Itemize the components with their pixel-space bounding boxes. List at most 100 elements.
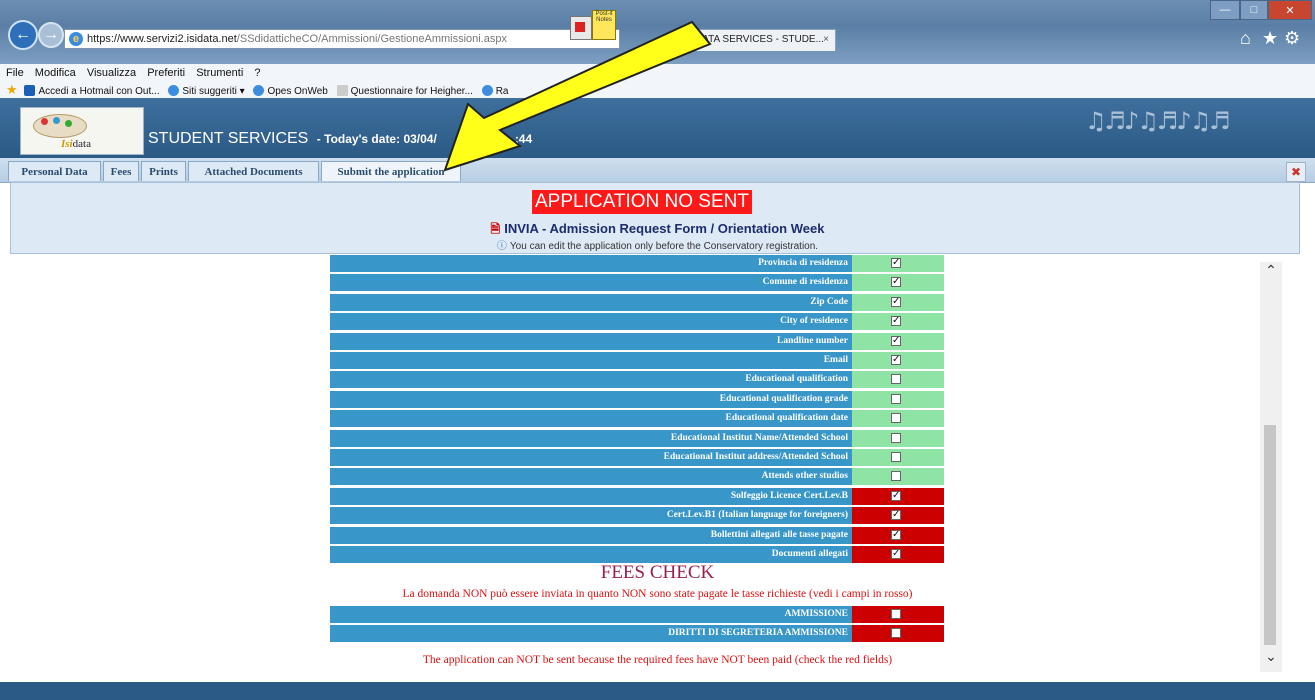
scroll-down-icon[interactable]: ⌄ bbox=[1262, 648, 1280, 668]
scroll-thumb[interactable] bbox=[1264, 425, 1276, 645]
sticky-notes-icons[interactable]: Post-it Notes bbox=[570, 8, 616, 42]
back-arrow-icon: ← bbox=[15, 26, 31, 43]
unchecked-checkbox[interactable] bbox=[891, 374, 901, 384]
checked-checkbox[interactable]: ✓ bbox=[891, 549, 901, 559]
unchecked-checkbox[interactable] bbox=[891, 452, 901, 462]
site-title-text: STUDENT SERVICES bbox=[148, 130, 309, 147]
pdf-icon[interactable]: 🗎 bbox=[491, 222, 501, 236]
fee-row: DIRITTI DI SEGRETERIA AMMISSIONE bbox=[330, 624, 944, 642]
checked-checkbox[interactable]: ✓ bbox=[891, 297, 901, 307]
checked-checkbox[interactable]: ✓ bbox=[891, 355, 901, 365]
checklist-status-cell: ✓ bbox=[852, 352, 944, 369]
logo-text: Isidata bbox=[61, 138, 91, 150]
checklist-row: Educational Institut Name/Attended Schoo… bbox=[330, 429, 944, 447]
checked-checkbox[interactable]: ✓ bbox=[891, 336, 901, 346]
favorites-star-icon[interactable]: ★ bbox=[1262, 28, 1278, 49]
unchecked-checkbox[interactable] bbox=[891, 471, 901, 481]
menu-strumenti[interactable]: Strumenti bbox=[196, 67, 243, 79]
checked-checkbox[interactable]: ✓ bbox=[891, 277, 901, 287]
checklist-status-cell bbox=[852, 449, 944, 466]
checklist-row: Bollettini allegati alle tasse pagate ✓ bbox=[330, 526, 944, 544]
url-host: https://www.servizi2. bbox=[87, 33, 187, 45]
checklist-row: City of residence ✓ bbox=[330, 312, 944, 330]
post-it-icon[interactable]: Post-it Notes bbox=[592, 10, 616, 40]
unchecked-checkbox[interactable] bbox=[891, 413, 901, 423]
minimize-button[interactable]: — bbox=[1210, 0, 1240, 20]
menu-visualizza[interactable]: Visualizza bbox=[87, 67, 136, 79]
checklist-status-cell: ✓ bbox=[852, 507, 944, 524]
fee-row: AMMISSIONE bbox=[330, 605, 944, 623]
tab-prints[interactable]: Prints bbox=[141, 161, 186, 181]
tab-personal-data[interactable]: Personal Data bbox=[8, 161, 101, 181]
checklist-status-cell bbox=[852, 410, 944, 427]
home-icon[interactable]: ⌂ bbox=[1240, 28, 1251, 49]
unchecked-checkbox[interactable] bbox=[891, 433, 901, 443]
application-status: APPLICATION NO SENT bbox=[532, 190, 752, 214]
tab-attached-documents[interactable]: Attached Documents bbox=[188, 161, 319, 181]
checked-checkbox[interactable]: ✓ bbox=[891, 530, 901, 540]
favorites-star-icon[interactable]: ★ bbox=[6, 82, 18, 97]
tab-submit-application[interactable]: Submit the application bbox=[321, 161, 461, 181]
checklist-row: Documenti allegati ✓ bbox=[330, 545, 944, 563]
menu-help[interactable]: ? bbox=[254, 67, 260, 79]
fee-status-cell bbox=[852, 606, 944, 623]
browser-titlebar: ← → e https://www.servizi2.isidata.net/S… bbox=[0, 0, 1315, 64]
checklist-label: Educational qualification grade bbox=[330, 391, 852, 408]
scroll-up-icon[interactable]: ⌃ bbox=[1262, 262, 1280, 282]
checklist-label: Attends other studios bbox=[330, 468, 852, 485]
checklist-status-cell: ✓ bbox=[852, 313, 944, 330]
maximize-button[interactable]: □ bbox=[1240, 0, 1268, 20]
menu-file[interactable]: File bbox=[6, 67, 24, 79]
ie-icon bbox=[253, 85, 265, 96]
checked-checkbox[interactable]: ✓ bbox=[891, 316, 901, 326]
menu-preferiti[interactable]: Preferiti bbox=[147, 67, 185, 79]
forward-button[interactable]: → bbox=[38, 22, 64, 48]
unchecked-checkbox[interactable] bbox=[891, 394, 901, 404]
window-close-button[interactable]: ✕ bbox=[1268, 0, 1312, 20]
fees-warning-italian: La domanda NON può essere inviata in qua… bbox=[402, 588, 913, 600]
fee-label: AMMISSIONE bbox=[330, 606, 852, 623]
todays-date: - Today's date: 03/04/:44 bbox=[316, 132, 533, 146]
unchecked-checkbox[interactable] bbox=[891, 609, 901, 619]
checklist-status-cell: ✓ bbox=[852, 546, 944, 563]
checklist-label: Educational qualification bbox=[330, 371, 852, 388]
unchecked-checkbox[interactable] bbox=[891, 628, 901, 638]
checklist-status-cell bbox=[852, 468, 944, 485]
checklist-row: Cert.Lev.B1 (Italian language for foreig… bbox=[330, 506, 944, 524]
checklist-row: Provincia di residenza ✓ bbox=[330, 254, 944, 272]
checklist-row: Solfeggio Licence Cert.Lev.B ✓ bbox=[330, 487, 944, 505]
checked-checkbox[interactable]: ✓ bbox=[891, 510, 901, 520]
checked-checkbox[interactable]: ✓ bbox=[891, 491, 901, 501]
pin-icon[interactable]: ✖ bbox=[1286, 162, 1306, 182]
checklist-label: Bollettini allegati alle tasse pagate bbox=[330, 527, 852, 544]
site-title: STUDENT SERVICES - Today's date: 03/04/:… bbox=[148, 130, 532, 148]
checklist-status-cell bbox=[852, 371, 944, 388]
url-domain: isidata.net bbox=[186, 33, 237, 45]
checklist-label: Cert.Lev.B1 (Italian language for foreig… bbox=[330, 507, 852, 524]
checklist-label: Comune di residenza bbox=[330, 274, 852, 291]
address-bar[interactable]: e https://www.servizi2.isidata.net/SSdid… bbox=[64, 29, 620, 49]
info-icon: ⓘ bbox=[496, 241, 507, 252]
checklist-label: Educational Institut Name/Attended Schoo… bbox=[330, 430, 852, 447]
fees-check-title: FEES CHECK bbox=[600, 562, 715, 583]
ie-icon: e bbox=[69, 32, 83, 46]
music-notes-decoration: ♫♬♪♫♬♪♫♬ bbox=[1085, 107, 1231, 135]
checklist-status-cell: ✓ bbox=[852, 274, 944, 291]
notes-app-icon[interactable] bbox=[570, 16, 592, 40]
ie-icon bbox=[481, 85, 493, 96]
checklist-row: Educational qualification bbox=[330, 370, 944, 388]
forward-arrow-icon: → bbox=[43, 26, 59, 43]
checklist-label: Zip Code bbox=[330, 294, 852, 311]
checklist-status-cell: ✓ bbox=[852, 527, 944, 544]
tab-close-icon[interactable]: × bbox=[823, 30, 829, 50]
checked-checkbox[interactable]: ✓ bbox=[891, 258, 901, 268]
menu-modifica[interactable]: Modifica bbox=[35, 67, 76, 79]
hotmail-icon bbox=[24, 85, 36, 96]
browser-tab[interactable]: DATA SERVICES - STUDE... × bbox=[686, 29, 836, 51]
tab-fees[interactable]: Fees bbox=[103, 161, 139, 181]
back-button[interactable]: ← bbox=[8, 20, 38, 50]
checklist-status-cell: ✓ bbox=[852, 255, 944, 272]
checklist-status-cell bbox=[852, 430, 944, 447]
gear-icon[interactable]: ⚙ bbox=[1284, 28, 1300, 49]
checklist-label: Solfeggio Licence Cert.Lev.B bbox=[330, 488, 852, 505]
